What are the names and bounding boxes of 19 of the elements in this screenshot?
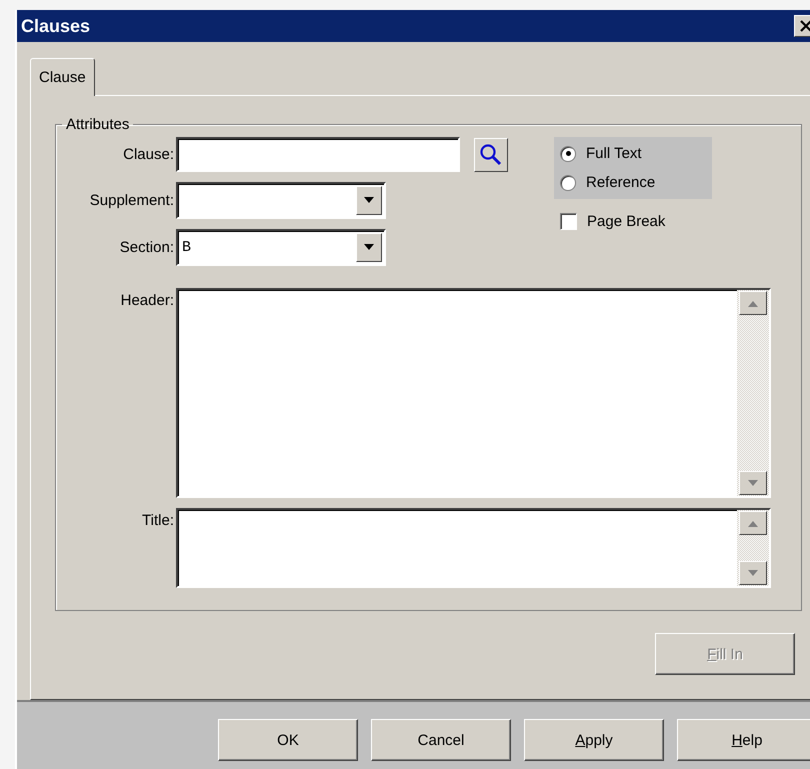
dialog-button[interactable]: OK xyxy=(218,719,358,761)
field-label: Clause: xyxy=(122,146,175,163)
field-label: Section: xyxy=(118,239,175,256)
radio-option[interactable]: Full Text xyxy=(560,145,712,162)
section-value[interactable]: B xyxy=(178,231,354,264)
section-dropdown[interactable]: B xyxy=(176,229,386,266)
dialog-button[interactable]: Apply xyxy=(524,719,664,761)
field-label: Header: xyxy=(120,291,175,309)
tab[interactable]: Clause xyxy=(30,58,95,96)
window-title: Clauses xyxy=(21,16,90,36)
radio-label: Full Text xyxy=(586,145,642,162)
checkbox-label: Page Break xyxy=(587,213,666,230)
radio-label: Reference xyxy=(586,174,656,191)
field-label: Title: xyxy=(141,511,175,529)
dialog-button[interactable]: Cancel xyxy=(371,719,511,761)
group-title: Attributes xyxy=(65,117,130,133)
dialog-button[interactable]: Help xyxy=(677,719,810,761)
field-label: Supplement: xyxy=(88,192,175,209)
radio-option[interactable]: Reference xyxy=(560,174,712,191)
